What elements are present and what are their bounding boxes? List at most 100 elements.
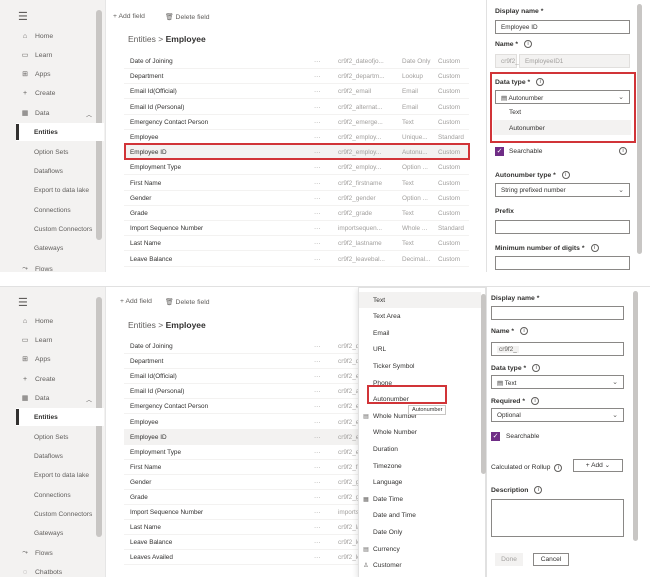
- nav-flows[interactable]: ⤳ Flows: [0, 260, 96, 272]
- table-row[interactable]: Import Sequence Number ··· importse: [124, 505, 363, 521]
- cell-dots[interactable]: ···: [314, 554, 328, 561]
- hamburger-icon[interactable]: ☰: [18, 10, 28, 23]
- nav-option-sets[interactable]: Option Sets: [34, 149, 68, 156]
- table-row[interactable]: Email Id (Personal) ··· cr9f2_alternat... E…: [124, 100, 469, 115]
- type-option[interactable]: Duration: [359, 441, 481, 457]
- nav-data[interactable]: ▦ Data: [0, 104, 96, 122]
- type-option[interactable]: Text Area: [359, 309, 481, 325]
- nav-dataflows[interactable]: Dataflows: [34, 453, 63, 460]
- searchable-checkbox[interactable]: ✓: [491, 432, 500, 441]
- cell-dots[interactable]: ···: [314, 403, 328, 410]
- nav-home[interactable]: ⌂ Home: [0, 312, 96, 330]
- type-option[interactable]: ▤ Currency: [359, 541, 481, 557]
- cell-dots[interactable]: ···: [314, 58, 328, 65]
- nav-connections[interactable]: Connections: [34, 492, 71, 499]
- cell-dots[interactable]: ···: [314, 539, 328, 546]
- table-row[interactable]: Leaves Availed ··· cr9f2_le: [124, 550, 361, 566]
- nav-custom-connectors[interactable]: Custom Connectors: [34, 511, 92, 518]
- table-row[interactable]: Emergency Contact Person ··· cr9f2_er: [124, 399, 361, 415]
- nav-connections[interactable]: Connections: [34, 207, 71, 214]
- type-option[interactable]: Text: [359, 292, 481, 308]
- nav-flows[interactable]: ⤳ Flows: [0, 544, 96, 562]
- table-row[interactable]: First Name ··· cr9f2_firstname Text Custom: [124, 176, 469, 191]
- cell-dots[interactable]: ···: [314, 195, 328, 202]
- cell-dots[interactable]: ···: [314, 240, 328, 247]
- type-option[interactable]: URL: [359, 342, 481, 358]
- table-row[interactable]: Email Id(Official) ··· cr9f2_er: [124, 369, 361, 385]
- nav-entities[interactable]: Entities: [34, 129, 58, 136]
- panel-scrollbar[interactable]: [637, 4, 642, 254]
- cell-dots[interactable]: ···: [314, 464, 328, 471]
- required-select[interactable]: Optional ⌄: [491, 408, 624, 422]
- cell-dots[interactable]: ···: [314, 494, 328, 501]
- cell-dots[interactable]: ···: [314, 119, 328, 126]
- type-option[interactable]: ▦ Date Time: [359, 491, 481, 507]
- nav-entities[interactable]: Entities: [34, 414, 58, 421]
- table-row[interactable]: Email Id(Official) ··· cr9f2_email Email Cus…: [124, 84, 469, 100]
- cell-dots[interactable]: ···: [314, 256, 328, 263]
- data-type-select[interactable]: ▤ Text ⌄: [491, 375, 624, 389]
- cell-dots[interactable]: ···: [314, 104, 328, 111]
- cell-dots[interactable]: ···: [314, 434, 328, 441]
- searchable-checkbox[interactable]: ✓: [495, 147, 504, 156]
- name-input[interactable]: cr9f2_: [491, 342, 624, 356]
- add-field-button[interactable]: + Add field: [120, 298, 152, 305]
- nav-gateways[interactable]: Gateways: [34, 530, 63, 537]
- cell-dots[interactable]: ···: [314, 358, 328, 365]
- type-option[interactable]: ♙ Customer: [359, 558, 481, 574]
- type-option[interactable]: Language: [359, 475, 481, 491]
- table-row[interactable]: Date of Joining ··· cr9f2_dateofjo... Date …: [124, 54, 469, 69]
- table-row[interactable]: Gender ··· cr9f2_gender Option ... Custom: [124, 191, 469, 206]
- autonumber-type-select[interactable]: String prefixed number ⌄: [495, 183, 630, 197]
- nav-option-sets[interactable]: Option Sets: [34, 434, 68, 441]
- cell-dots[interactable]: ···: [314, 225, 328, 232]
- cell-dots[interactable]: ···: [314, 373, 328, 380]
- cell-dots[interactable]: ···: [314, 164, 328, 171]
- min-digits-input[interactable]: [495, 256, 630, 270]
- table-row[interactable]: First Name ··· cr9f2_fir: [124, 460, 361, 475]
- cell-dots[interactable]: ···: [314, 343, 328, 350]
- nav-custom-connectors[interactable]: Custom Connectors: [34, 226, 92, 233]
- table-row[interactable]: Emergency Contact Person ··· cr9f2_emerge.…: [124, 115, 469, 130]
- nav-apps[interactable]: ⊞ Apps: [0, 350, 96, 368]
- breadcrumb-root[interactable]: Entities: [128, 320, 156, 330]
- table-row[interactable]: Grade ··· cr9f2_grade Text Custom: [124, 206, 469, 221]
- nav-export[interactable]: Export to data lake: [34, 187, 89, 194]
- description-textarea[interactable]: [491, 499, 624, 537]
- table-row[interactable]: Employment Type ··· cr9f2_er: [124, 445, 361, 460]
- table-row[interactable]: Last Name ··· cr9f2_la: [124, 520, 361, 536]
- cell-dots[interactable]: ···: [314, 388, 328, 395]
- table-row[interactable]: Department ··· cr9f2_de: [124, 354, 363, 370]
- prefix-input[interactable]: [495, 220, 630, 234]
- cell-dots[interactable]: ···: [314, 419, 328, 426]
- nav-learn[interactable]: ▭ Learn: [0, 46, 96, 64]
- nav-home[interactable]: ⌂ Home: [0, 27, 96, 45]
- cell-dots[interactable]: ···: [314, 134, 328, 141]
- breadcrumb-root[interactable]: Entities: [128, 34, 156, 44]
- type-option[interactable]: Timezone: [359, 458, 481, 474]
- display-name-input[interactable]: Employee ID: [495, 20, 630, 34]
- nav-dataflows[interactable]: Dataflows: [34, 168, 63, 175]
- cancel-button[interactable]: Cancel: [533, 553, 569, 566]
- add-calc-button[interactable]: + Add ⌄: [573, 459, 623, 472]
- cell-dots[interactable]: ···: [314, 73, 328, 80]
- nav-gateways[interactable]: Gateways: [34, 245, 63, 252]
- type-option[interactable]: Ticker Symbol: [359, 358, 481, 374]
- nav-apps[interactable]: ⊞ Apps: [0, 65, 96, 83]
- table-row[interactable]: Import Sequence Number ··· importsequen...…: [124, 221, 469, 237]
- table-row[interactable]: Grade ··· cr9f2_gr: [124, 490, 361, 505]
- cell-dots[interactable]: ···: [314, 509, 328, 516]
- nav-export[interactable]: Export to data lake: [34, 472, 89, 479]
- type-option[interactable]: Whole Number: [359, 425, 481, 441]
- delete-field-button[interactable]: 🗑 Delete field: [165, 13, 210, 21]
- cell-dots[interactable]: ···: [314, 449, 328, 456]
- nav-data[interactable]: ▦ Data: [0, 389, 96, 407]
- done-button[interactable]: Done: [495, 553, 523, 566]
- nav-chatbots[interactable]: ◌ Chatbots: [0, 563, 96, 577]
- cell-dots[interactable]: ···: [314, 524, 328, 531]
- table-row[interactable]: Leave Balance ··· cr9f2_leavebal... Decimal…: [124, 252, 469, 267]
- hamburger-icon[interactable]: ☰: [18, 296, 28, 309]
- type-option[interactable]: Date and Time: [359, 508, 481, 524]
- display-name-input[interactable]: [491, 306, 624, 320]
- table-row[interactable]: Gender ··· cr9f2_ge: [124, 475, 363, 490]
